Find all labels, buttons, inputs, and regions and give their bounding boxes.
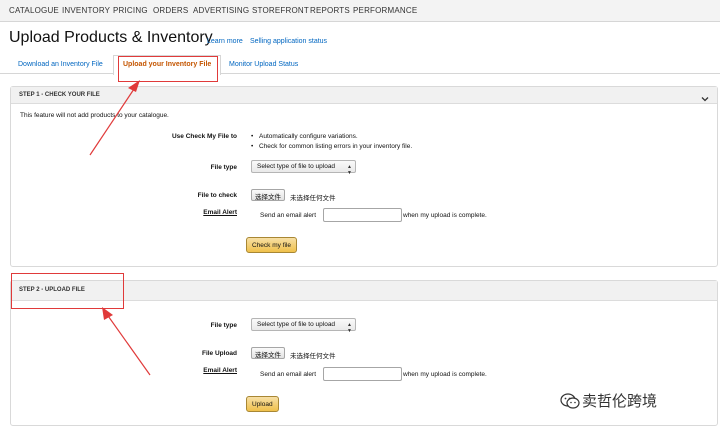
annotation-arrows <box>89 80 151 376</box>
wechat-icon <box>560 392 580 415</box>
watermark-text: 卖哲伦跨境 <box>582 393 658 410</box>
